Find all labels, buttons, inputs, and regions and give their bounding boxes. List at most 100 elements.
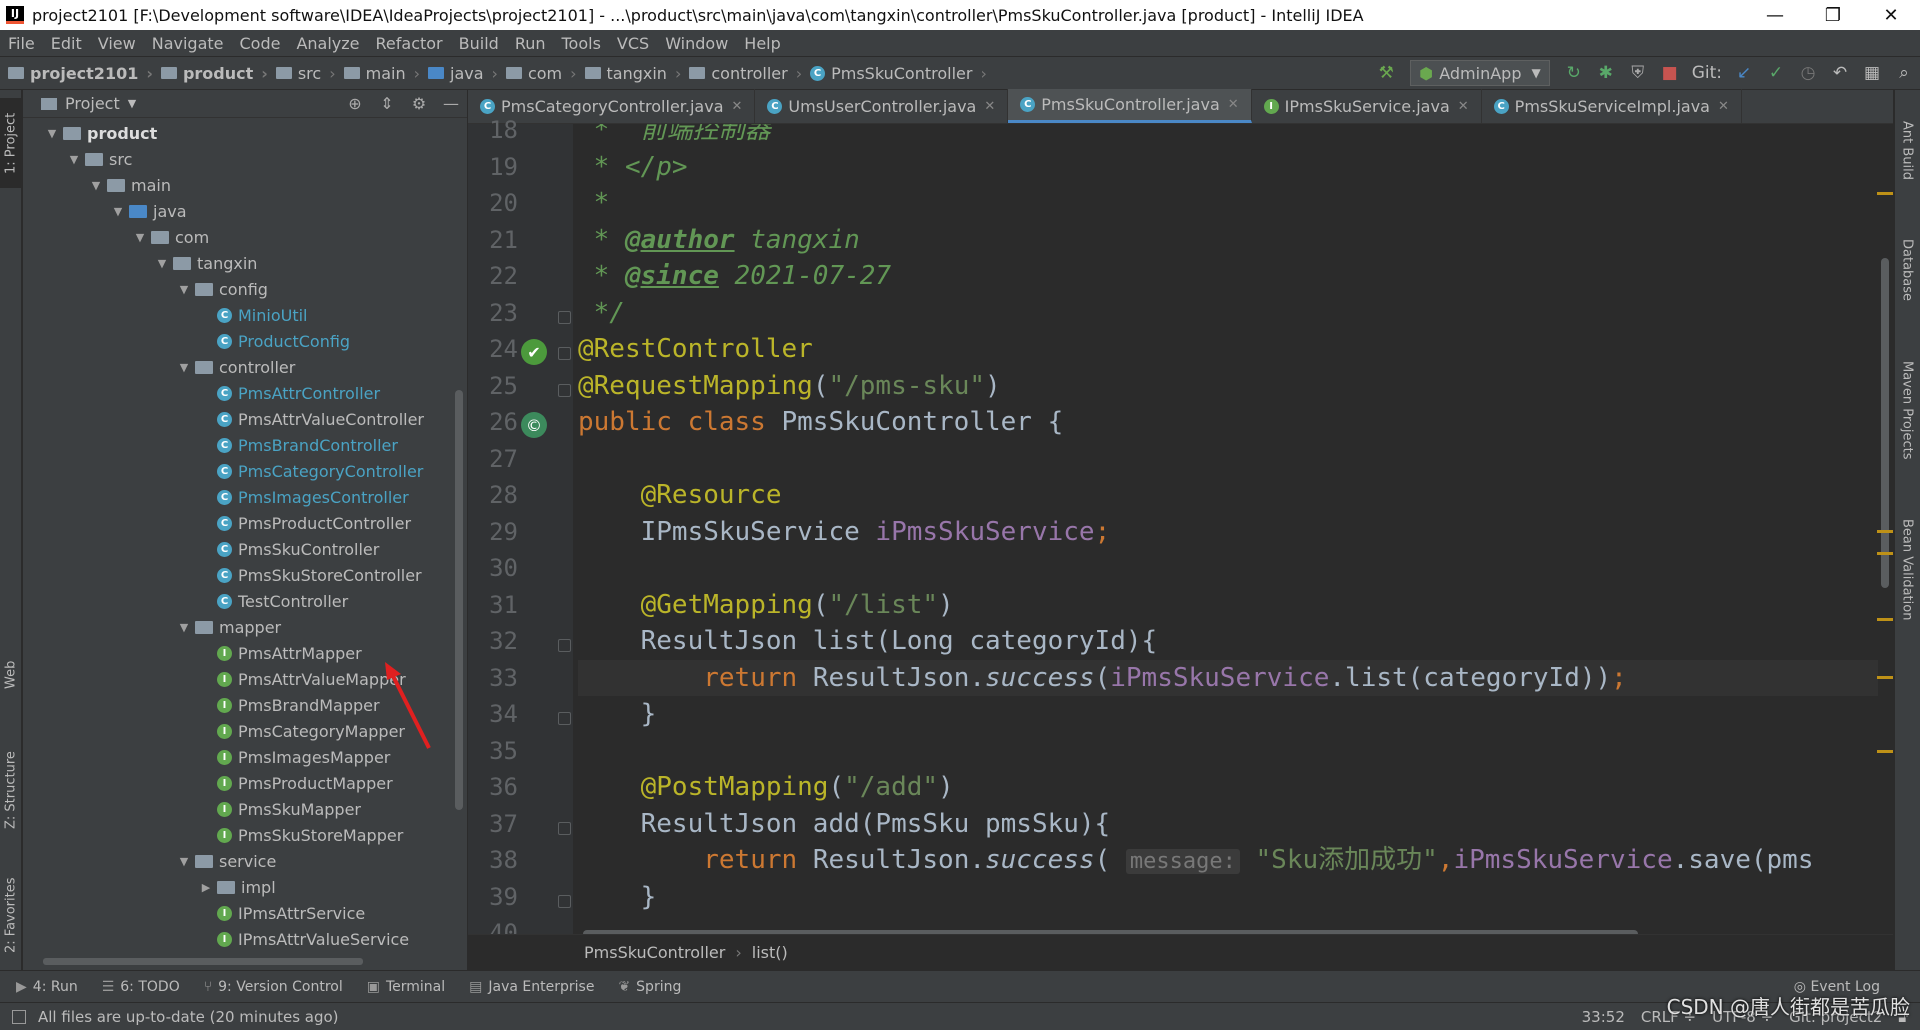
close-tab-icon[interactable]: ✕ xyxy=(1458,99,1469,114)
menu-view[interactable]: View xyxy=(90,34,144,53)
breadcrumb-class[interactable]: C PmsSkuController › xyxy=(810,64,987,83)
history-icon[interactable]: ◷ xyxy=(1792,59,1824,87)
fold-marker-icon[interactable] xyxy=(558,639,571,652)
code-line[interactable]: * @since 2021-07-27 xyxy=(578,258,891,294)
menu-tools[interactable]: Tools xyxy=(554,34,609,53)
tool-tab-ant-build[interactable]: Ant Build xyxy=(1894,100,1920,200)
warning-marker[interactable] xyxy=(1877,552,1893,555)
fold-marker-icon[interactable] xyxy=(558,310,571,324)
code-line[interactable]: IPmsSkuService iPmsSkuService; xyxy=(578,514,1111,550)
tool-tab-structure[interactable]: Z: Structure xyxy=(0,740,22,840)
tree-item[interactable]: C PmsProductController xyxy=(23,510,453,536)
code-line[interactable]: return ResultJson.success(iPmsSkuService… xyxy=(578,659,1878,696)
caret-position[interactable]: 33:52 xyxy=(1582,1008,1625,1026)
breadcrumb-project[interactable]: project2101 › xyxy=(8,64,153,83)
locate-icon[interactable]: ⊕ xyxy=(339,94,371,113)
spring-controller-icon[interactable]: © xyxy=(521,412,547,438)
project-panel-title[interactable]: Project xyxy=(65,94,120,113)
tool-version-control[interactable]: ⑂ 9: Version Control xyxy=(204,979,343,995)
menu-edit[interactable]: Edit xyxy=(43,34,90,53)
tree-item[interactable]: C PmsAttrController xyxy=(23,380,453,406)
code-line[interactable]: return ResultJson.success( message: "Sku… xyxy=(578,842,1813,878)
stop-icon[interactable]: ■ xyxy=(1654,59,1686,87)
breadcrumb-main[interactable]: main › xyxy=(343,64,420,83)
search-icon[interactable]: ⌕ xyxy=(1888,59,1920,87)
tree-item[interactable]: ▼ product xyxy=(23,120,453,146)
warning-marker[interactable] xyxy=(1877,530,1893,533)
menu-code[interactable]: Code xyxy=(232,34,289,53)
restore-button[interactable]: ❐ xyxy=(1804,0,1862,30)
breadcrumb-module[interactable]: product › xyxy=(160,64,268,83)
breadcrumb-com[interactable]: com › xyxy=(505,64,577,83)
spring-bean-icon[interactable]: ✔ xyxy=(521,339,547,365)
gear-icon[interactable]: ⚙ xyxy=(403,94,435,113)
tree-item[interactable]: ▼ service xyxy=(23,848,453,874)
expanded-arrow-icon[interactable]: ▼ xyxy=(173,621,195,634)
expanded-arrow-icon[interactable]: ▼ xyxy=(173,361,195,374)
tree-item[interactable]: ▶ impl xyxy=(23,874,453,900)
revert-icon[interactable]: ↶ xyxy=(1824,59,1856,87)
fold-marker-icon[interactable] xyxy=(558,821,571,835)
tree-item[interactable]: I IPmsAttrValueService xyxy=(23,926,453,952)
editor-breadcrumb-class[interactable]: PmsSkuController xyxy=(584,943,725,962)
code-line[interactable]: } xyxy=(578,879,657,915)
code-line[interactable]: * @author tangxin xyxy=(578,222,860,258)
tree-item[interactable]: ▼ controller xyxy=(23,354,453,380)
code-line[interactable]: @RequestMapping("/pms-sku") xyxy=(578,368,1001,404)
expanded-arrow-icon[interactable]: ▼ xyxy=(129,231,151,244)
expanded-arrow-icon[interactable]: ▼ xyxy=(85,179,107,192)
close-tab-icon[interactable]: ✕ xyxy=(984,99,995,114)
fold-marker-icon[interactable] xyxy=(558,347,571,360)
tool-run[interactable]: ▶ 4: Run xyxy=(16,979,78,995)
chevron-down-icon[interactable]: ▼ xyxy=(128,97,136,110)
menu-help[interactable]: Help xyxy=(736,34,788,53)
breadcrumb-tangxin[interactable]: tangxin › xyxy=(584,64,681,83)
editor-tab[interactable]: C UmsUserController.java ✕ xyxy=(755,89,1009,123)
editor-tab[interactable]: C PmsSkuServiceImpl.java ✕ xyxy=(1482,89,1742,123)
hide-icon[interactable]: — xyxy=(435,94,467,113)
tool-tab-database[interactable]: Database xyxy=(1894,220,1920,320)
tree-item[interactable]: ▼ src xyxy=(23,146,453,172)
expanded-arrow-icon[interactable]: ▼ xyxy=(63,153,85,166)
tree-item[interactable]: I IPmsAttrService xyxy=(23,900,453,926)
tree-item[interactable]: C MinioUtil xyxy=(23,302,453,328)
warning-marker[interactable] xyxy=(1877,618,1893,621)
code-line[interactable]: * 前端控制器 xyxy=(578,124,771,148)
code-line[interactable]: ResultJson add(PmsSku pmsSku){ xyxy=(578,806,1111,842)
collapsed-arrow-icon[interactable]: ▶ xyxy=(195,881,217,894)
editor-vertical-scrollbar[interactable] xyxy=(1881,258,1889,588)
git-commit-icon[interactable]: ✓ xyxy=(1760,59,1792,87)
tree-item[interactable]: C PmsSkuStoreController xyxy=(23,562,453,588)
tree-item[interactable]: ▼ main xyxy=(23,172,453,198)
menu-window[interactable]: Window xyxy=(657,34,736,53)
expanded-arrow-icon[interactable]: ▼ xyxy=(173,283,195,296)
code-line[interactable]: public class PmsSkuController { xyxy=(578,404,1063,440)
expanded-arrow-icon[interactable]: ▼ xyxy=(151,257,173,270)
tree-horizontal-scrollbar[interactable] xyxy=(43,958,363,965)
code-line[interactable]: } xyxy=(578,696,657,732)
collapse-all-icon[interactable]: ⇕ xyxy=(371,94,403,113)
code-line[interactable]: * xyxy=(578,185,610,221)
code-line[interactable]: @GetMapping("/list") xyxy=(578,587,954,623)
menu-analyze[interactable]: Analyze xyxy=(288,34,367,53)
warning-marker[interactable] xyxy=(1877,192,1893,195)
git-update-icon[interactable]: ↙ xyxy=(1728,59,1760,87)
close-tab-icon[interactable]: ✕ xyxy=(1228,97,1239,112)
minimize-button[interactable]: — xyxy=(1746,0,1804,30)
tree-item[interactable]: ▼ mapper xyxy=(23,614,453,640)
run-icon[interactable]: ↻ xyxy=(1558,59,1590,87)
expanded-arrow-icon[interactable]: ▼ xyxy=(41,127,63,140)
code-line[interactable]: * </p> xyxy=(578,149,688,185)
editor-tab[interactable]: C PmsSkuController.java ✕ xyxy=(1008,89,1252,123)
tool-terminal[interactable]: ▣ Terminal xyxy=(367,979,445,995)
tool-tab-web[interactable]: Web xyxy=(0,650,22,700)
menu-file[interactable]: File xyxy=(0,34,43,53)
code-line[interactable]: */ xyxy=(578,295,625,331)
expanded-arrow-icon[interactable]: ▼ xyxy=(173,855,195,868)
tree-item[interactable]: ▼ tangxin xyxy=(23,250,453,276)
tree-item[interactable]: I PmsSkuStoreMapper xyxy=(23,822,453,848)
tree-item[interactable]: C ProductConfig xyxy=(23,328,453,354)
tree-item[interactable]: I PmsProductMapper xyxy=(23,770,453,796)
tool-tab-bean-validation[interactable]: Bean Validation xyxy=(1894,500,1920,640)
warning-marker[interactable] xyxy=(1877,676,1893,679)
